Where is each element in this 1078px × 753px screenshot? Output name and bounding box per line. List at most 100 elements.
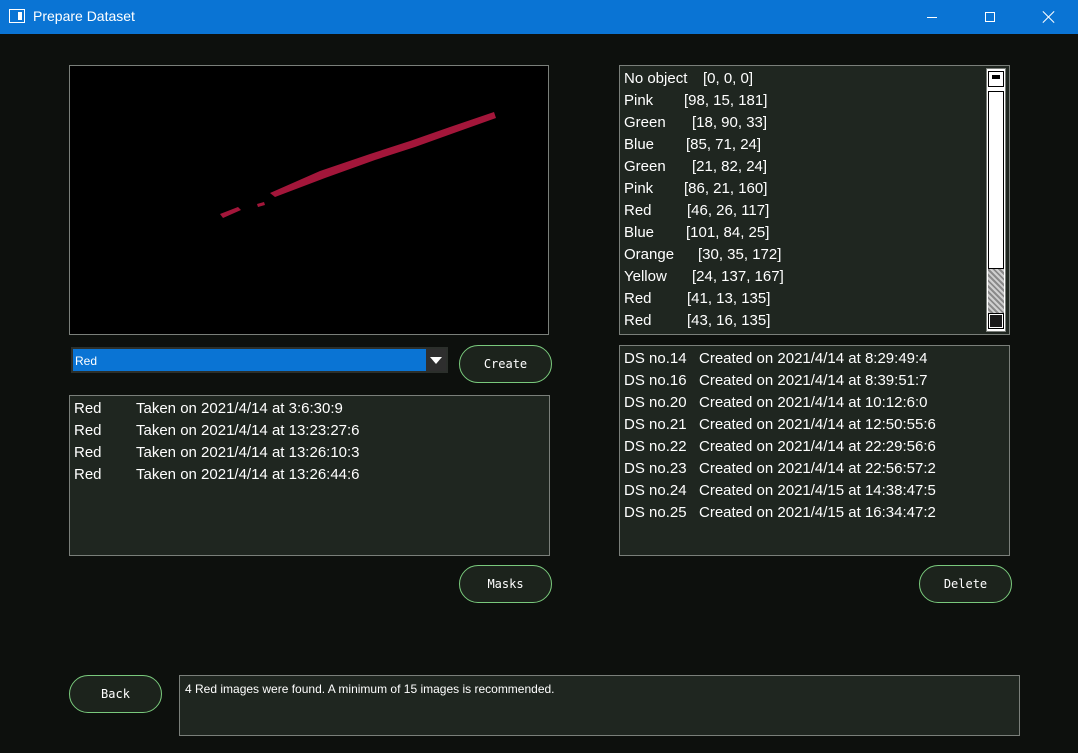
object-value: [24, 137, 167] [692,268,784,285]
list-item[interactable]: Red Taken on 2021/4/14 at 13:26:44:6 [74,464,360,486]
list-item[interactable]: Red [43, 16, 135] [624,310,770,332]
list-item-color: Red [74,422,102,439]
dataset-name: DS no.23 [624,460,687,477]
minimize-icon [927,16,937,18]
object-name: Yellow [624,268,667,285]
chevron-down-icon [430,356,442,364]
masks-button[interactable]: Masks [459,565,552,603]
dataset-name: DS no.16 [624,372,687,389]
object-value: [98, 15, 181] [684,92,768,109]
object-value: [21, 82, 24] [692,158,768,175]
list-item-info: Taken on 2021/4/14 at 13:26:44:6 [136,466,360,483]
dataset-name: DS no.22 [624,438,687,455]
list-item[interactable]: DS no.16 Created on 2021/4/14 at 8:39:51:… [624,370,928,392]
close-button[interactable] [1020,0,1078,34]
dataset-info: Created on 2021/4/14 at 22:56:57:2 [699,460,936,477]
object-value: [41, 13, 135] [687,290,771,307]
objects-list[interactable]: No object [0, 0, 0] Pink [98, 15, 181] Gre… [619,65,1010,335]
list-item[interactable]: Green [21, 82, 24] [624,156,767,178]
object-value: [85, 71, 24] [686,136,762,153]
images-list[interactable]: Red Taken on 2021/4/14 at 3:6:30:9 Red Tak… [69,395,550,556]
list-item[interactable]: Pink [86, 21, 160] [624,178,767,200]
mask-preview-image [220,112,496,218]
maximize-icon [985,12,995,22]
color-select[interactable]: Red [71,347,448,373]
object-value: [43, 16, 135] [687,312,771,329]
minimize-button[interactable] [903,0,961,34]
object-value: [0, 0, 0] [703,70,754,87]
list-item[interactable]: DS no.24 Created on 2021/4/15 at 14:38:47… [624,480,936,502]
list-item[interactable]: Red Taken on 2021/4/14 at 3:6:30:9 [74,398,343,420]
list-item[interactable]: DS no.25 Created on 2021/4/15 at 16:34:47… [624,502,936,524]
object-name: No object [624,70,688,87]
list-item[interactable]: Blue [101, 84, 25] [624,222,769,244]
list-item[interactable]: Red [46, 26, 117] [624,200,769,222]
dataset-name: DS no.14 [624,350,687,367]
list-item-info: Taken on 2021/4/14 at 13:23:27:6 [136,422,360,439]
object-name: Orange [624,246,675,263]
list-item[interactable]: Orange [30, 35, 172] [624,244,781,266]
list-item[interactable]: Red Taken on 2021/4/14 at 13:26:10:3 [74,442,360,464]
list-item[interactable]: Pink [98, 15, 181] [624,90,767,112]
list-item[interactable]: Green [18, 90, 33] [624,112,767,134]
dataset-info: Created on 2021/4/14 at 12:50:55:6 [699,416,936,433]
object-name: Red [624,202,652,219]
object-value: [101, 84, 25] [686,224,770,241]
maximize-button[interactable] [961,0,1019,34]
window-title: Prepare Dataset [33,8,135,24]
close-icon [1042,10,1056,24]
back-button[interactable]: Back [69,675,162,713]
list-item-color: Red [74,444,102,461]
dataset-info: Created on 2021/4/14 at 8:29:49:4 [699,350,928,367]
create-button[interactable]: Create [459,345,552,383]
app-window-icon [9,9,25,23]
list-item[interactable]: DS no.20 Created on 2021/4/14 at 10:12:6:… [624,392,928,414]
object-name: Green [624,158,666,175]
list-item[interactable]: DS no.21 Created on 2021/4/14 at 12:50:55… [624,414,936,436]
object-value: [46, 26, 117] [687,202,770,219]
dataset-name: DS no.25 [624,504,687,521]
object-value: [18, 90, 33] [692,114,768,131]
object-name: Red [624,312,652,329]
list-item[interactable]: DS no.22 Created on 2021/4/14 at 22:29:56… [624,436,936,458]
list-item[interactable]: Blue [85, 71, 24] [624,134,761,156]
dataset-info: Created on 2021/4/14 at 10:12:6:0 [699,394,928,411]
datasets-list[interactable]: DS no.14 Created on 2021/4/14 at 8:29:49:… [619,345,1010,556]
object-value: [30, 35, 172] [698,246,782,263]
dataset-info: Created on 2021/4/14 at 8:39:51:7 [699,372,928,389]
objects-scrollbar[interactable] [986,68,1006,332]
object-name: Pink [624,92,654,109]
scroll-up-button[interactable] [988,71,1004,87]
dataset-info: Created on 2021/4/14 at 22:29:56:6 [699,438,936,455]
delete-button[interactable]: Delete [919,565,1012,603]
dataset-info: Created on 2021/4/15 at 16:34:47:2 [699,504,936,521]
scrollbar-track[interactable] [988,269,1004,313]
list-item[interactable]: DS no.14 Created on 2021/4/14 at 8:29:49:… [624,348,928,370]
status-message-box: 4 Red images were found. A minimum of 15… [179,675,1020,736]
mask-preview [69,65,549,335]
list-item-color: Red [74,466,102,483]
list-item[interactable]: DS no.23 Created on 2021/4/14 at 22:56:57… [624,458,936,480]
list-item[interactable]: Red Taken on 2021/4/14 at 13:23:27:6 [74,420,360,442]
list-item-color: Red [74,400,102,417]
title-bar: Prepare Dataset [0,0,1078,34]
list-item-info: Taken on 2021/4/14 at 3:6:30:9 [136,400,343,417]
object-name: Blue [624,224,655,241]
list-item[interactable]: Yellow [24, 137, 167] [624,266,784,288]
status-message: 4 Red images were found. A minimum of 15… [185,682,555,696]
scroll-down-button[interactable] [988,313,1004,329]
dataset-info: Created on 2021/4/15 at 14:38:47:5 [699,482,936,499]
dropdown-button[interactable] [426,349,446,371]
object-value: [86, 21, 160] [684,180,768,197]
list-item-info: Taken on 2021/4/14 at 13:26:10:3 [136,444,360,461]
object-name: Red [624,290,652,307]
object-name: Pink [624,180,654,197]
list-item[interactable]: No object [0, 0, 0] [624,68,753,90]
object-name: Green [624,114,666,131]
list-item[interactable]: Red [41, 13, 135] [624,288,770,310]
dataset-name: DS no.24 [624,482,687,499]
dataset-name: DS no.20 [624,394,687,411]
object-name: Blue [624,136,655,153]
scrollbar-thumb[interactable] [988,91,1004,269]
color-select-value: Red [75,354,98,368]
